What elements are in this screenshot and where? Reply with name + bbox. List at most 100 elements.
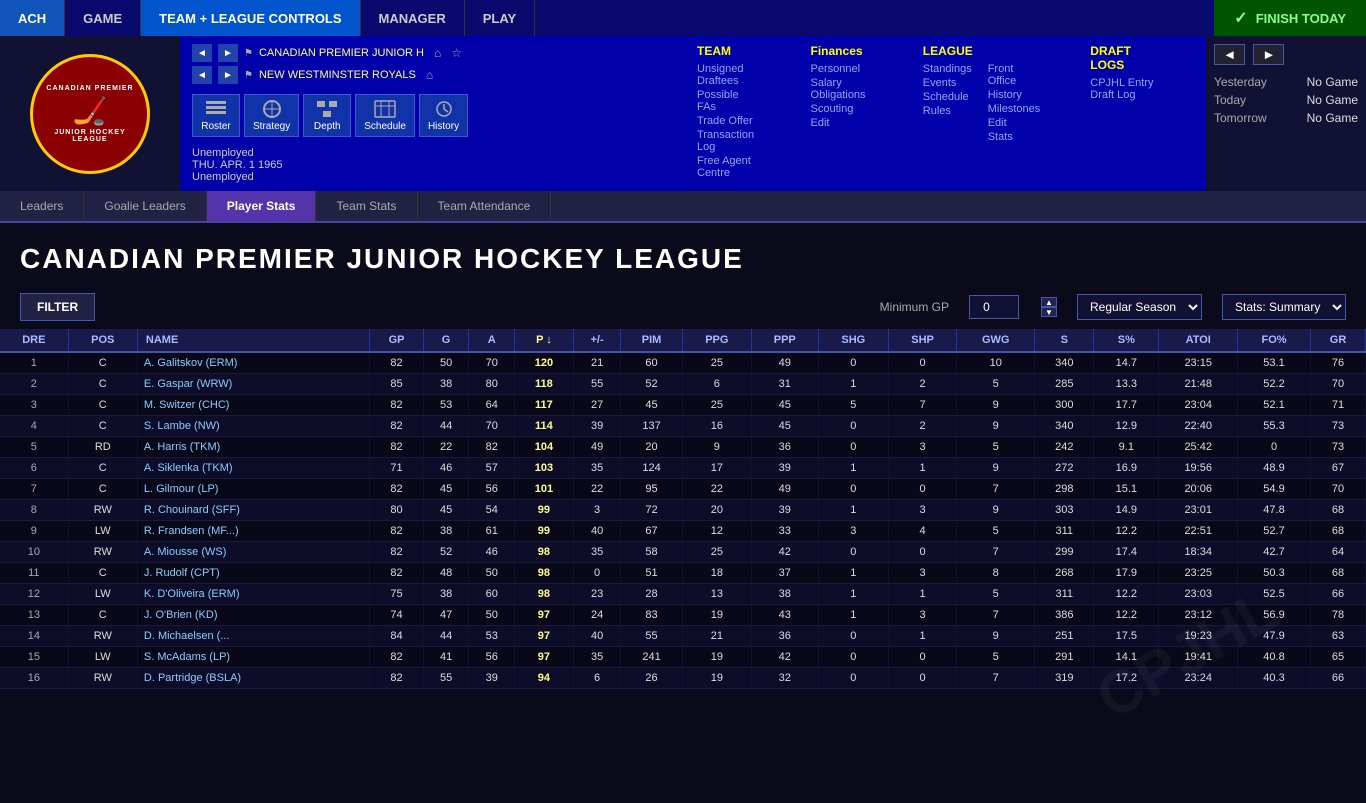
stats-type-dropdown[interactable]: Stats: Summary Stats: Detailed Stats: Go… [1222,294,1346,320]
table-row[interactable]: 14RWD. Michaelsen (...844453974055213601… [0,626,1366,647]
schedule-item[interactable]: Schedule [923,90,972,104]
stat-cell: 38 [423,374,469,395]
league-edit-item[interactable]: Edit [988,116,1041,130]
tab-player-stats[interactable]: Player Stats [207,191,317,221]
home-icon1[interactable]: ⌂ [434,46,441,60]
events-item[interactable]: Events [923,76,972,90]
nav-game[interactable]: GAME [65,0,141,36]
col-pim[interactable]: PIM [621,329,682,352]
forward-button[interactable]: ► [218,44,238,62]
col-g[interactable]: G [423,329,469,352]
min-gp-input[interactable] [969,295,1019,319]
team2-link[interactable]: NEW WESTMINSTER ROYALS [259,69,416,81]
col-a[interactable]: A [469,329,515,352]
nav-ach[interactable]: ACH [0,0,65,36]
stat-cell: 74 [370,605,423,626]
schedule-next-button[interactable]: ► [1253,44,1284,65]
table-row[interactable]: 15LWS. McAdams (LP)824156973524119420052… [0,647,1366,668]
stat-cell: 39 [751,458,818,479]
table-row[interactable]: 8RWR. Chouinard (SFF)8045549937220391393… [0,500,1366,521]
col-spct[interactable]: S% [1094,329,1159,352]
col-ppg[interactable]: PPG [682,329,751,352]
table-row[interactable]: 1CA. Galitskov (ERM)82507012021602549001… [0,352,1366,374]
rules-item[interactable]: Rules [923,104,972,118]
stats-scroll-area[interactable]: DRE POS NAME GP G A P ↓ +/- PIM PPG PPP … [0,329,1366,689]
table-row[interactable]: 2CE. Gaspar (WRW)85388011855526311252851… [0,374,1366,395]
strategy-button[interactable]: Strategy [244,94,299,137]
back-button2[interactable]: ◄ [192,66,212,84]
table-row[interactable]: 9LWR. Frandsen (MF...)823861994067123334… [0,521,1366,542]
stat-cell: 20 [682,500,751,521]
col-pos[interactable]: POS [68,329,137,352]
free-agent-centre-item[interactable]: Free Agent Centre [697,154,761,180]
col-fopct[interactable]: FO% [1237,329,1310,352]
tab-goalie-leaders[interactable]: Goalie Leaders [84,191,206,221]
table-row[interactable]: 16RWD. Partridge (BSLA)82553994626193200… [0,668,1366,689]
depth-button[interactable]: Depth [303,94,351,137]
finances-edit-item[interactable]: Edit [811,116,873,130]
col-gwg[interactable]: GWG [957,329,1035,352]
forward-button2[interactable]: ► [218,66,238,84]
season-dropdown[interactable]: Regular Season Playoffs All [1077,294,1202,320]
col-atoi[interactable]: ATOI [1159,329,1237,352]
gp-down-button[interactable]: ▼ [1041,307,1057,317]
filter-button[interactable]: FILTER [20,293,95,321]
table-row[interactable]: 11CJ. Rudolf (CPT)8248509805118371382681… [0,563,1366,584]
stats-item[interactable]: Stats [988,130,1041,144]
unsigned-draftees-item[interactable]: Unsigned Draftees [697,62,761,88]
col-plusminus[interactable]: +/- [573,329,621,352]
col-dre[interactable]: DRE [0,329,68,352]
history-button[interactable]: History [419,94,468,137]
table-row[interactable]: 3CM. Switzer (CHC)8253641172745254557930… [0,395,1366,416]
finish-today-button[interactable]: ✓ FINISH TODAY [1214,0,1366,36]
col-p[interactable]: P ↓ [515,329,574,352]
stat-cell: 19 [682,647,751,668]
back-button[interactable]: ◄ [192,44,212,62]
table-row[interactable]: 6CA. Siklenka (TKM)714657103351241739119… [0,458,1366,479]
table-row[interactable]: 7CL. Gilmour (LP)82455610122952249007298… [0,479,1366,500]
team1-link[interactable]: CANADIAN PREMIER JUNIOR H [259,47,424,59]
gp-up-button[interactable]: ▲ [1041,297,1057,307]
col-gr[interactable]: GR [1311,329,1366,352]
personnel-item[interactable]: Personnel [811,62,873,76]
nav-team-league[interactable]: TEAM + LEAGUE CONTROLS [141,0,360,36]
tab-team-attendance[interactable]: Team Attendance [418,191,552,221]
table-row[interactable]: 12LWK. D'Oliveira (ERM)75386098232813381… [0,584,1366,605]
cpjhl-draft-log-item[interactable]: CPJHL Entry Draft Log [1090,76,1168,102]
col-shg[interactable]: SHG [818,329,889,352]
schedule-button[interactable]: Schedule [355,94,415,137]
home-icon2[interactable]: ⌂ [426,68,433,82]
col-ppp[interactable]: PPP [751,329,818,352]
tab-team-stats[interactable]: Team Stats [316,191,417,221]
league-history-item[interactable]: History [988,88,1041,102]
stat-cell: 7 [957,605,1035,626]
stat-cell: 58 [621,542,682,563]
roster-button[interactable]: Roster [192,94,240,137]
col-shp[interactable]: SHP [889,329,957,352]
stat-cell: 48 [423,563,469,584]
salary-obligations-item[interactable]: Salary Obligations [811,76,873,102]
bookmark-icon1[interactable]: ☆ [451,46,462,60]
front-office-item[interactable]: Front Office [988,62,1041,88]
scouting-item[interactable]: Scouting [811,102,873,116]
milestones-item[interactable]: Milestones [988,102,1041,116]
table-row[interactable]: 5RDA. Harris (TKM)8222821044920936035242… [0,437,1366,458]
stat-cell: 7 [957,668,1035,689]
tab-leaders[interactable]: Leaders [0,191,84,221]
possible-fas-item[interactable]: Possible FAs [697,88,761,114]
trade-offer-item[interactable]: Trade Offer [697,114,761,128]
table-row[interactable]: 10RWA. Miousse (WS)825246983558254200729… [0,542,1366,563]
transaction-log-item[interactable]: Transaction Log [697,128,761,154]
col-name[interactable]: NAME [137,329,369,352]
nav-play[interactable]: PLAY [465,0,535,36]
pts-cell: 120 [515,352,574,374]
standings-item[interactable]: Standings [923,62,972,76]
nav-manager[interactable]: MANAGER [361,0,465,36]
table-row[interactable]: 4CS. Lambe (NW)8244701143913716450293401… [0,416,1366,437]
schedule-prev-button[interactable]: ◄ [1214,44,1245,65]
table-row[interactable]: 13CJ. O'Brien (KD)7447509724831943137386… [0,605,1366,626]
stat-cell: 55 [423,668,469,689]
col-gp[interactable]: GP [370,329,423,352]
col-s[interactable]: S [1035,329,1094,352]
stat-cell: 1 [818,500,889,521]
